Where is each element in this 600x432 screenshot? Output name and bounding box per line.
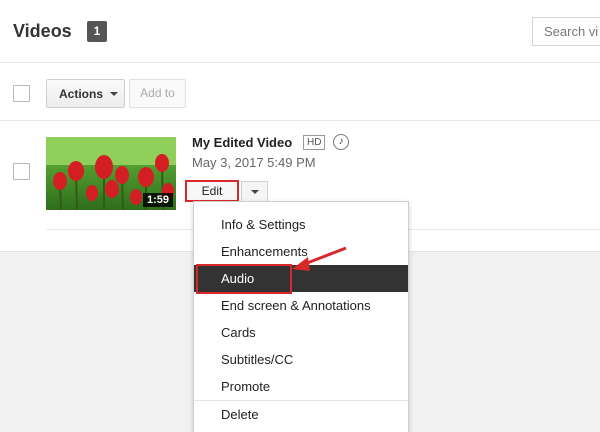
actions-label: Actions [59, 86, 104, 101]
caret-down-icon [250, 189, 259, 194]
select-all-checkbox[interactable] [13, 85, 30, 102]
actions-button[interactable]: Actions [46, 79, 125, 108]
music-note-icon: ♪ [333, 134, 349, 150]
menu-item-end-screen-annotations[interactable]: End screen & Annotations [194, 292, 408, 319]
toolbar-divider [0, 120, 600, 121]
caret-down-icon [110, 91, 119, 96]
menu-item-promote[interactable]: Promote [194, 373, 408, 400]
annotation-arrow-icon [292, 246, 347, 271]
video-title[interactable]: My Edited Video [192, 135, 292, 150]
menu-item-cards[interactable]: Cards [194, 319, 408, 346]
search-input[interactable]: Search vi [532, 17, 600, 46]
page-title: Videos [13, 21, 72, 41]
video-count-badge: 1 [87, 21, 107, 42]
header-divider [0, 62, 600, 63]
edit-button[interactable]: Edit [185, 180, 239, 202]
menu-item-info-settings[interactable]: Info & Settings [194, 211, 408, 238]
video-row-checkbox[interactable] [13, 163, 30, 180]
add-to-button[interactable]: Add to [129, 79, 186, 108]
video-duration: 1:59 [142, 193, 173, 207]
menu-item-subtitles-cc[interactable]: Subtitles/CC [194, 346, 408, 373]
menu-item-delete[interactable]: Delete [194, 401, 408, 428]
video-date: May 3, 2017 5:49 PM [192, 155, 316, 170]
edit-dropdown-menu: Info & Settings Enhancements Audio End s… [193, 201, 409, 432]
video-thumbnail[interactable]: 1:59 [46, 137, 176, 210]
hd-badge: HD [303, 135, 326, 150]
edit-dropdown-button[interactable] [241, 181, 268, 202]
